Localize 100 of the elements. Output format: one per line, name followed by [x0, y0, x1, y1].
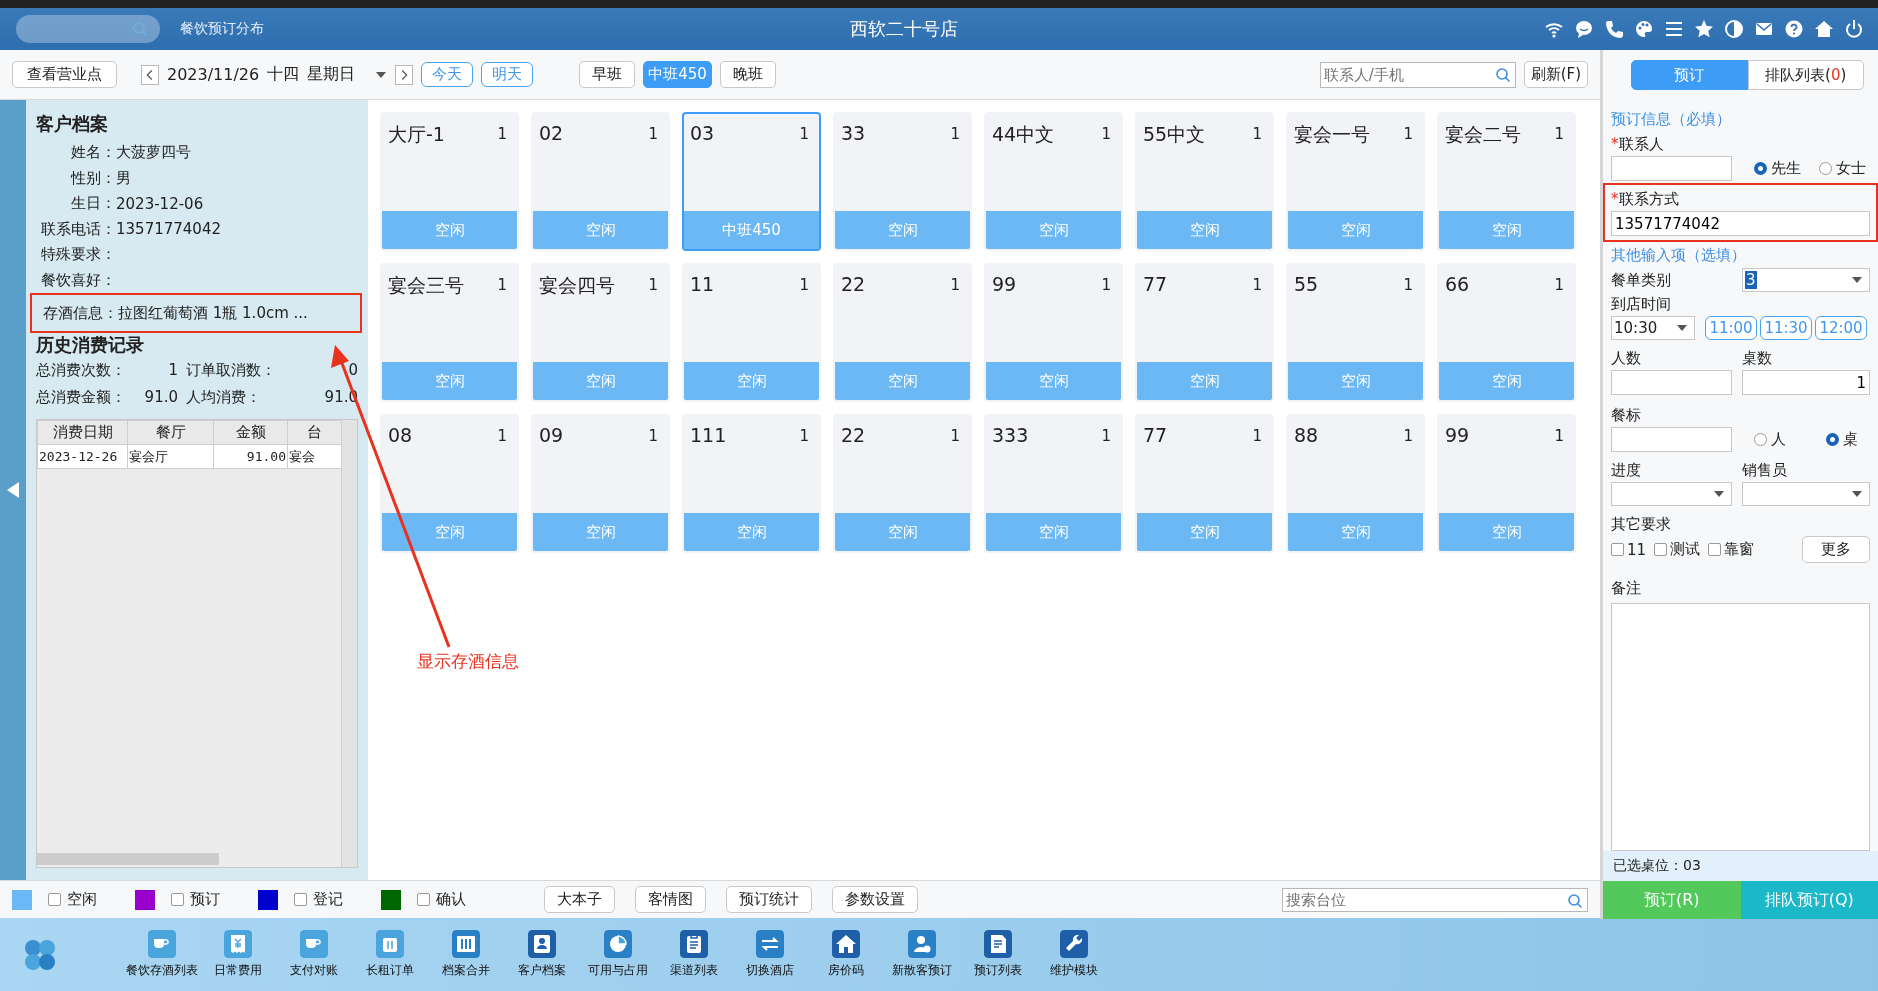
previous-day-button[interactable] [141, 64, 159, 85]
checkbox[interactable] [294, 893, 307, 906]
status-bar: 空闲 [1137, 211, 1272, 249]
table-card[interactable]: 22 1 空闲 [833, 263, 972, 402]
refresh-button[interactable]: 刷新(F) [1523, 61, 1588, 88]
tab[interactable]: 排队列表(0) [1747, 60, 1864, 90]
table-name: 22 [841, 273, 866, 297]
search-icon[interactable] [1567, 892, 1583, 909]
toolbar-button[interactable]: 客情图 [635, 886, 706, 913]
dock-item[interactable]: 支付对账 [276, 930, 352, 979]
table-card[interactable]: 11 1 空闲 [682, 263, 821, 402]
radio-button[interactable] [1819, 162, 1832, 175]
table-card[interactable]: 44中文 1 空闲 [984, 112, 1123, 251]
table-card[interactable]: 55中文 1 空闲 [1135, 112, 1274, 251]
radio-button[interactable] [1754, 162, 1767, 175]
radio-button[interactable] [1754, 433, 1767, 446]
table-card[interactable]: 宴会三号 1 空闲 [380, 263, 519, 402]
radio-button[interactable] [1826, 433, 1839, 446]
salesperson-select[interactable] [1742, 482, 1870, 506]
table-count-input[interactable]: 1 [1742, 370, 1870, 395]
table-count: 1 [1403, 124, 1413, 145]
checkbox[interactable] [417, 893, 430, 906]
dock-item[interactable]: 新散客预订 [884, 930, 960, 979]
dock-item[interactable]: 渠道列表 [656, 930, 732, 979]
table-count: 1 [1403, 275, 1413, 296]
table-card[interactable]: 宴会一号 1 空闲 [1286, 112, 1425, 251]
table-card[interactable]: 22 1 空闲 [833, 414, 972, 553]
checkbox[interactable] [48, 893, 61, 906]
time-select[interactable]: 10:30 [1611, 316, 1695, 340]
shift-tab[interactable]: 早班 [579, 61, 636, 88]
price-standard-input[interactable] [1611, 427, 1732, 452]
scrollbar[interactable] [341, 420, 357, 867]
dock-item[interactable]: 可用与占用 [580, 930, 656, 979]
chat-bubble-icon[interactable] [1574, 19, 1594, 39]
field-label: 桌数 [1742, 347, 1773, 369]
status-bar: 空闲 [986, 362, 1121, 400]
checkbox[interactable] [1708, 543, 1722, 556]
search-field[interactable]: 搜索台位 [1282, 887, 1588, 912]
dock-item[interactable]: 日常费用 [200, 930, 276, 979]
dock-item[interactable]: 客户档案 [504, 930, 580, 979]
table-card[interactable]: 03 1 中班450 [682, 112, 821, 251]
table-card[interactable]: 02 1 空闲 [531, 112, 670, 251]
search-field[interactable] [16, 15, 160, 43]
half-circle-icon[interactable] [1724, 19, 1744, 39]
table-card[interactable]: 55 1 空闲 [1286, 263, 1425, 402]
checkbox[interactable] [1654, 543, 1668, 556]
table-card[interactable]: 66 1 空闲 [1437, 263, 1576, 402]
outlet-button[interactable]: 查看营业点 [12, 61, 117, 88]
checkbox-label: 测试 [1670, 540, 1701, 559]
search-icon[interactable] [1494, 66, 1511, 83]
table-card[interactable]: 宴会四号 1 空闲 [531, 263, 670, 402]
table-card[interactable]: 88 1 空闲 [1286, 414, 1425, 553]
progress-select[interactable] [1611, 482, 1732, 506]
cup-icon [300, 930, 328, 958]
dock-item[interactable]: 长租订单 [352, 930, 428, 979]
power-icon[interactable] [1844, 19, 1864, 39]
menu-icon[interactable] [1664, 19, 1684, 39]
dock-item[interactable]: 档案合并 [428, 930, 504, 979]
table-card[interactable]: 08 1 空闲 [380, 414, 519, 553]
dock-item[interactable]: 房价码 [808, 930, 884, 979]
help-icon[interactable] [1784, 19, 1804, 39]
phone-icon[interactable] [1604, 19, 1624, 39]
collapse-arrow-icon[interactable] [5, 480, 21, 500]
toolbar-button[interactable]: 大本子 [544, 886, 615, 913]
table-count: 1 [950, 426, 960, 447]
menu-type-select[interactable]: 3 [1742, 268, 1870, 292]
table-card[interactable]: 77 1 空闲 [1135, 414, 1274, 553]
remarks-field[interactable] [1611, 603, 1870, 851]
table-card[interactable]: 99 1 空闲 [984, 263, 1123, 402]
shift-tab[interactable]: 晚班 [719, 61, 776, 88]
date-text: 2023/11/26 [167, 65, 260, 84]
table-card[interactable]: 宴会二号 1 空闲 [1437, 112, 1576, 251]
table-card[interactable]: 77 1 空闲 [1135, 263, 1274, 402]
dock-item[interactable]: 维护模块 [1036, 930, 1112, 979]
table-card[interactable]: 99 1 空闲 [1437, 414, 1576, 553]
next-day-button[interactable] [395, 64, 414, 85]
table-card[interactable]: 09 1 空闲 [531, 414, 670, 553]
table-count: 1 [950, 275, 960, 296]
phone-input[interactable]: 13571774042 [1611, 211, 1870, 236]
dock-item[interactable]: 餐饮存酒列表 [124, 930, 200, 979]
table-card[interactable]: 33 1 空闲 [833, 112, 972, 251]
toolbar-button[interactable]: 预订统计 [726, 886, 812, 913]
field-label: 到店时间 [1611, 293, 1672, 315]
star-icon[interactable] [1694, 19, 1714, 39]
search-field[interactable]: 联系人/手机 [1319, 61, 1516, 88]
contact-input[interactable] [1611, 156, 1732, 181]
toolbar-button[interactable]: 参数设置 [832, 886, 918, 913]
checkbox[interactable] [171, 893, 184, 906]
table-card[interactable]: 大厅-1 1 空闲 [380, 112, 519, 251]
table-name: 55 [1294, 273, 1319, 297]
dock-item[interactable]: 切换酒店 [732, 930, 808, 979]
palette-icon[interactable] [1634, 19, 1654, 39]
scrollbar[interactable] [37, 853, 219, 865]
home-icon[interactable] [1814, 19, 1834, 39]
table-card[interactable]: 333 1 空闲 [984, 414, 1123, 553]
guests-input[interactable] [1611, 370, 1732, 395]
dock-item[interactable]: 预订列表 [960, 930, 1036, 979]
checkbox[interactable] [1611, 543, 1624, 556]
more-button[interactable]: 更多 [1802, 536, 1870, 563]
table-card[interactable]: 111 1 空闲 [682, 414, 821, 553]
